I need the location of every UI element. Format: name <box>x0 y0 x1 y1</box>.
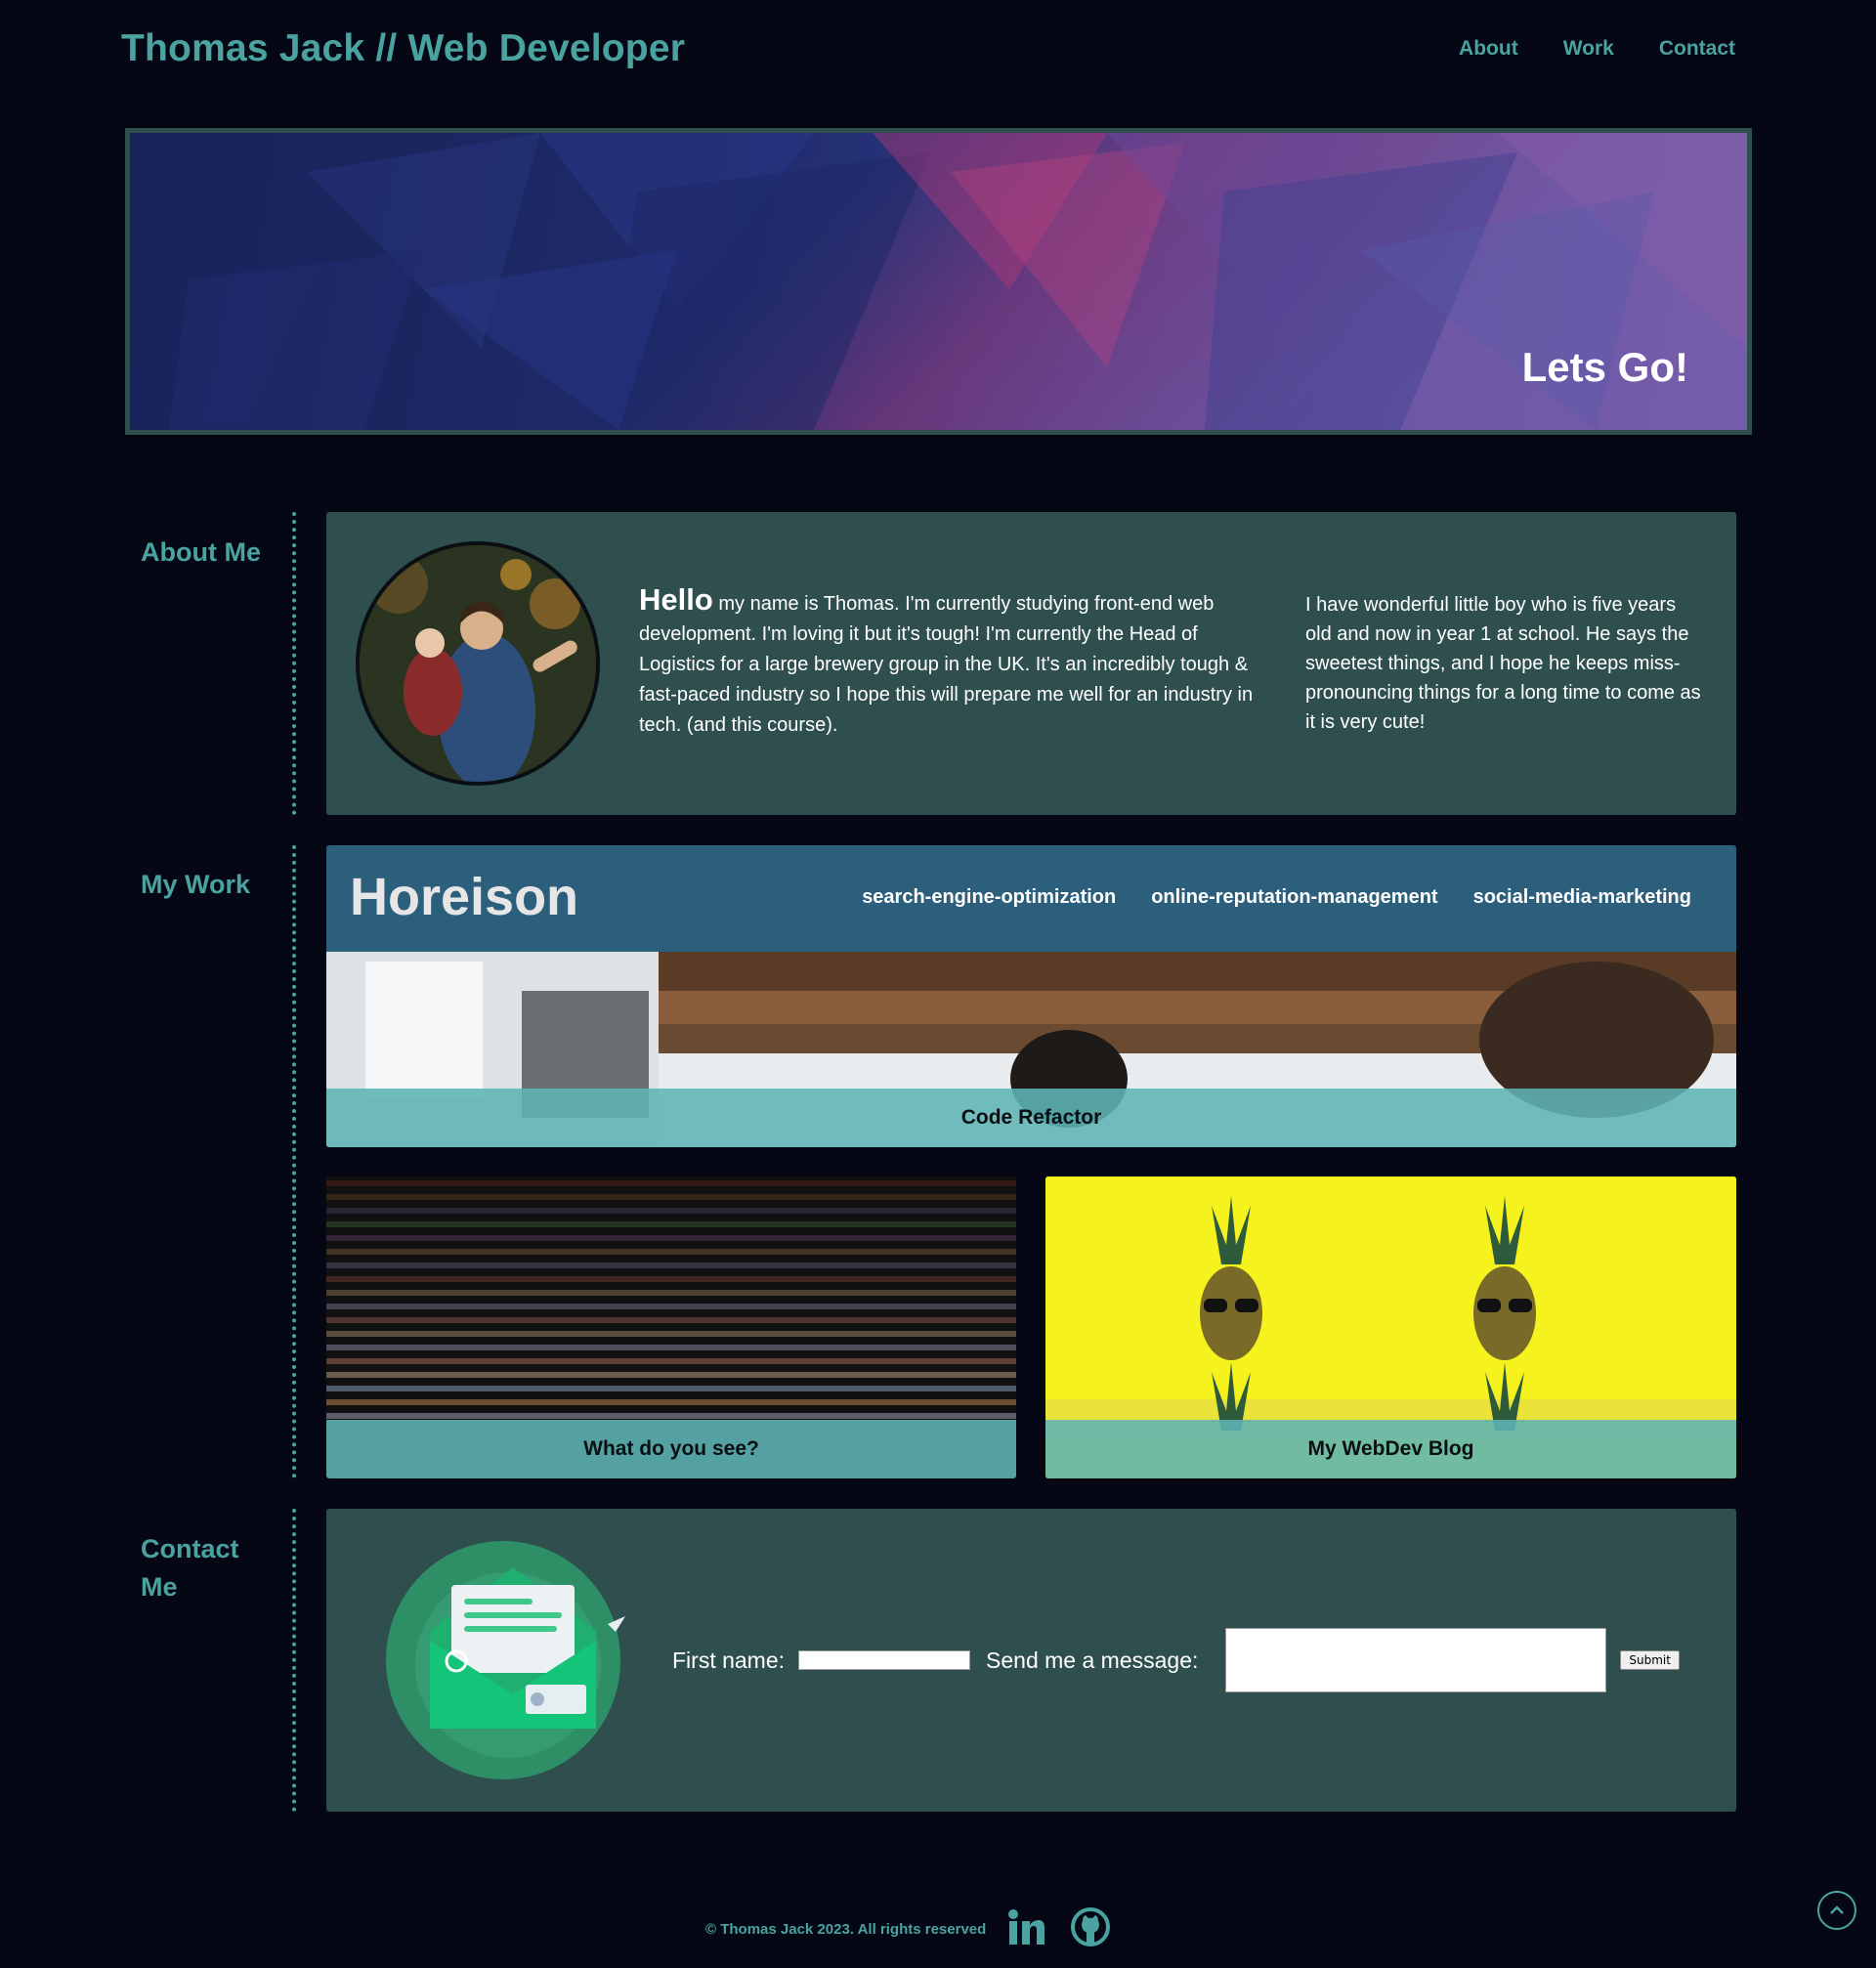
work-card-what-do-you-see[interactable]: What do you see? <box>326 1177 1016 1478</box>
horeison-logo: Horeison <box>350 868 579 926</box>
site-title: Thomas Jack // Web Developer <box>121 27 686 69</box>
chevron-up-icon <box>1830 1905 1844 1914</box>
contact-panel: First name: Send me a message: Submit <box>326 1509 1736 1812</box>
card-caption-webdev-blog: My WebDev Blog <box>1045 1420 1736 1478</box>
nav-link-work[interactable]: Work <box>1563 37 1614 61</box>
card-caption-what-do-you-see: What do you see? <box>326 1420 1016 1478</box>
profile-photo <box>356 541 600 786</box>
hero-background-pattern <box>130 133 1747 430</box>
horeison-link: online-reputation-management <box>1151 886 1438 908</box>
scroll-to-top-button[interactable] <box>1817 1891 1856 1930</box>
work-card-webdev-blog[interactable]: My WebDev Blog <box>1045 1177 1736 1478</box>
hello-heading: Hello <box>639 582 713 617</box>
nav-link-about[interactable]: About <box>1459 37 1518 61</box>
linkedin-icon <box>1008 1909 1045 1945</box>
about-intro-body: my name is Thomas. I'm currently studyin… <box>639 593 1254 736</box>
about-dotted-divider <box>292 512 296 815</box>
work-dotted-divider <box>292 845 296 1478</box>
site-header: Thomas Jack // Web Developer About Work … <box>0 0 1876 107</box>
submit-button[interactable]: Submit <box>1620 1650 1680 1670</box>
envelope-icon <box>386 1541 625 1779</box>
horeison-link: search-engine-optimization <box>862 886 1117 908</box>
copyright-text: © Thomas Jack 2023. All rights reserved <box>705 1921 987 1938</box>
message-textarea[interactable] <box>1225 1628 1607 1692</box>
nav-link-contact[interactable]: Contact <box>1659 37 1735 61</box>
about-section-label: About Me <box>141 537 261 567</box>
hero-heading: Lets Go! <box>1521 344 1688 390</box>
work-card-code-refactor[interactable]: Horeison search-engine-optimization onli… <box>326 845 1736 1147</box>
contact-section-label: Contact Me <box>141 1534 239 1602</box>
work-section-label: My Work <box>141 870 251 899</box>
horeison-nav-preview: search-engine-optimization online-reputa… <box>862 886 1691 909</box>
hero-banner: Lets Go! <box>125 128 1752 435</box>
github-link[interactable] <box>1071 1907 1110 1951</box>
about-family-text: I have wonderful little boy who is five … <box>1305 594 1701 733</box>
first-name-input[interactable] <box>798 1650 971 1670</box>
message-label: Send me a message: <box>986 1647 1199 1673</box>
linkedin-link[interactable] <box>1006 1907 1045 1951</box>
about-intro-text: Hello my name is Thomas. I'm currently s… <box>639 584 1264 741</box>
first-name-label: First name: <box>672 1647 786 1673</box>
github-icon <box>1071 1907 1110 1947</box>
site-footer: © Thomas Jack 2023. All rights reserved <box>0 1904 1876 1952</box>
contact-dotted-divider <box>292 1509 296 1812</box>
about-panel: Hello my name is Thomas. I'm currently s… <box>326 512 1736 815</box>
card-caption-code-refactor: Code Refactor <box>326 1089 1736 1147</box>
profile-photo-illustration <box>360 545 596 782</box>
main-nav: About Work Contact <box>1459 37 1735 61</box>
horeison-header-preview: Horeison search-engine-optimization onli… <box>326 845 1736 952</box>
contact-form: First name: Send me a message: Submit <box>672 1628 1680 1692</box>
horeison-link: social-media-marketing <box>1472 886 1691 908</box>
